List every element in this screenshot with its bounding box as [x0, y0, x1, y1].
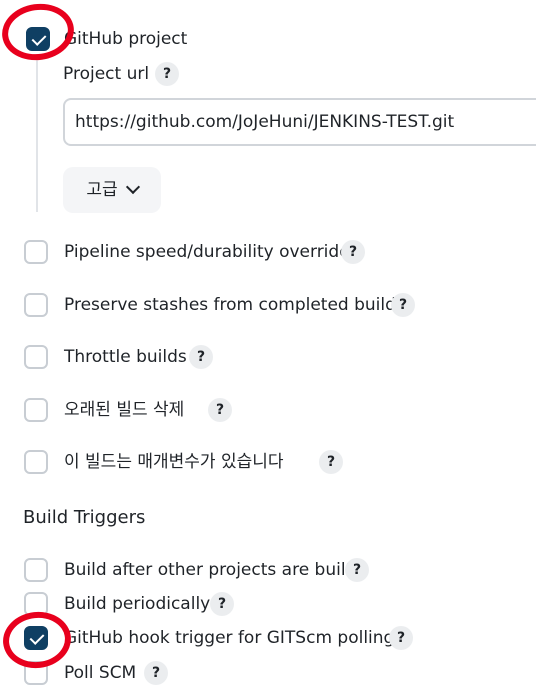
build-triggers-heading: Build Triggers [23, 507, 146, 528]
project-url-input[interactable] [63, 98, 536, 146]
project-url-help-icon[interactable]: ? [155, 62, 179, 86]
github-project-checkbox[interactable] [26, 27, 50, 51]
build-after-other-help-icon[interactable]: ? [345, 558, 369, 582]
poll-scm-checkbox[interactable] [24, 661, 48, 685]
discard-old-builds-label: 오래된 빌드 삭제 [64, 400, 185, 420]
pipeline-durability-help-icon[interactable]: ? [341, 240, 365, 264]
throttle-builds-checkbox[interactable] [24, 345, 48, 369]
parameterized-checkbox[interactable] [24, 450, 48, 474]
build-after-other-checkbox[interactable] [24, 558, 48, 582]
poll-scm-help-icon[interactable]: ? [144, 661, 168, 685]
throttle-builds-label: Throttle builds [64, 347, 187, 367]
poll-scm-label: Poll SCM [64, 663, 137, 683]
build-after-other-label: Build after other projects are built [64, 560, 353, 580]
chevron-down-icon [125, 179, 140, 195]
discard-old-builds-help-icon[interactable]: ? [208, 398, 232, 422]
github-project-label: GitHub project [64, 29, 188, 49]
pipeline-durability-checkbox[interactable] [24, 240, 48, 264]
pipeline-durability-label: Pipeline speed/durability override [64, 242, 350, 262]
preserve-stashes-checkbox[interactable] [24, 293, 48, 317]
github-hook-trigger-help-icon[interactable]: ? [389, 626, 413, 650]
build-periodically-help-icon[interactable]: ? [210, 592, 234, 616]
project-url-label: Project url [63, 64, 150, 84]
advanced-button-label: 고급 [86, 180, 118, 200]
preserve-stashes-help-icon[interactable]: ? [391, 293, 415, 317]
github-hook-trigger-label: GitHub hook trigger for GITScm polling [64, 628, 395, 648]
discard-old-builds-checkbox[interactable] [24, 398, 48, 422]
build-periodically-label: Build periodically [64, 594, 211, 614]
parameterized-help-icon[interactable]: ? [319, 450, 343, 474]
advanced-button[interactable]: 고급 [63, 167, 161, 213]
section-indent-line [36, 60, 38, 212]
preserve-stashes-label: Preserve stashes from completed builds [64, 295, 405, 315]
throttle-builds-help-icon[interactable]: ? [189, 345, 213, 369]
github-hook-trigger-checkbox[interactable] [24, 626, 48, 650]
parameterized-label: 이 빌드는 매개변수가 있습니다 [64, 452, 284, 472]
build-periodically-checkbox[interactable] [24, 592, 48, 616]
